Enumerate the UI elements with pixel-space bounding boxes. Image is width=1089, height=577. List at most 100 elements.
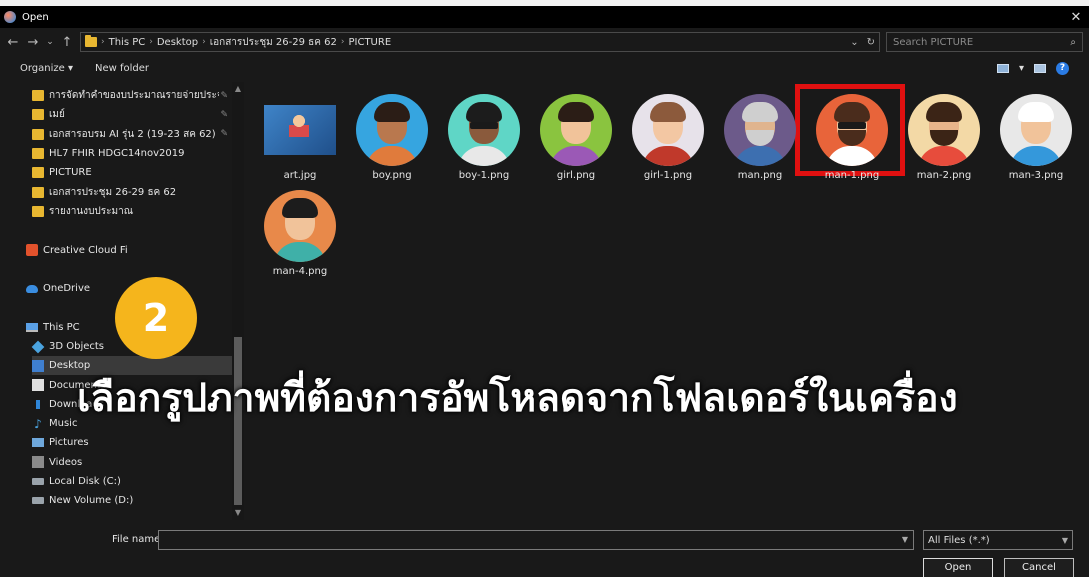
search-placeholder: Search PICTURE [893,36,974,48]
file-thumbnail [630,92,706,168]
nav-item[interactable]: เอกสารประชุม 26-29 ธค 62 [32,182,244,201]
file-name: girl-1.png [643,170,693,181]
avatar-icon [1000,94,1072,166]
up-arrow-icon[interactable]: ↑ [60,35,74,50]
breadcrumb-separator-icon[interactable]: › [202,37,206,47]
nav-item[interactable]: การจัดทำคำของบประมาณรายจ่ายประจำปี 2564✎ [32,86,244,105]
file-name: boy-1.png [458,170,510,181]
nav-item[interactable]: Local Disk (C:) [32,472,244,491]
nav-item-label: Music [49,418,78,430]
breadcrumb-separator-icon[interactable]: › [341,37,345,47]
nav-item[interactable]: เมย์ ✎ [32,105,244,124]
3d-objects-icon [31,340,45,353]
folder-icon [32,186,44,198]
downloads-icon [32,398,44,411]
app-icon [4,11,16,23]
folder-icon [32,167,44,179]
local-disk-icon [32,478,44,486]
search-input[interactable]: Search PICTURE ⌕ [886,32,1083,52]
view-menu-chevron-icon[interactable]: ▾ [1019,63,1024,74]
open-button[interactable]: Open [923,558,993,577]
file-item[interactable]: girl-1.png [624,88,712,184]
forward-arrow-icon[interactable]: → [26,35,40,50]
path-field[interactable]: › This PC › Desktop › เอกสารประชุม 26-29 ธค 6… [80,32,880,52]
folder-icon [32,205,44,217]
nav-item[interactable]: Pictures [32,433,244,452]
avatar-icon [724,94,796,166]
open-file-dialog: Open ✕ ← → ⌄ ↑ › This PC › Desktop › เอกสารปร… [0,6,1089,577]
new-folder-button[interactable]: New folder [95,63,149,74]
address-bar: ← → ⌄ ↑ › This PC › Desktop › เอกสารประชุม 26… [0,28,1089,56]
nav-item[interactable]: รายงานงบประมาณ [32,202,244,221]
file-item[interactable]: man-1.png [808,88,896,184]
nav-item[interactable]: PICTURE [32,163,244,182]
avatar-icon [632,94,704,166]
refresh-icon[interactable]: ↻ [867,37,875,48]
nav-item-label: 3D Objects [49,341,105,352]
file-item[interactable]: boy.png [348,88,436,184]
avatar-icon [908,94,980,166]
avatar-icon [356,94,428,166]
file-item[interactable]: man-4.png [256,184,344,280]
breadcrumb-separator-icon[interactable]: › [149,37,153,47]
file-name-dropdown-icon[interactable]: ▼ [898,531,912,549]
breadcrumb-item[interactable]: Desktop [157,37,198,48]
volume-icon [32,497,44,505]
nav-scrollbar[interactable]: ▲ ▼ [232,82,244,520]
file-item[interactable]: boy-1.png [440,88,528,184]
search-icon: ⌕ [1070,36,1076,48]
nav-item[interactable]: CD Drive (G:) [32,511,244,514]
file-thumbnail [354,92,430,168]
this-pc-icon [26,322,38,332]
step-badge: 2 [115,277,197,359]
toolbar: Organize ▾ New folder ▾ ? [0,56,1089,80]
nav-item-label: รายงานงบประมาณ [49,205,133,217]
pictures-icon [32,438,44,448]
path-dropdown-icon[interactable]: ⌄ [850,37,858,48]
nav-item-label: การจัดทำคำของบประมาณรายจ่ายประจำปี 2564 [49,90,219,102]
folder-icon [85,35,97,47]
file-name: man-3.png [1008,170,1064,181]
file-name: art.jpg [283,170,317,181]
scroll-up-icon[interactable]: ▲ [232,84,244,96]
folder-icon [32,90,44,102]
breadcrumb-item[interactable]: PICTURE [348,37,391,48]
breadcrumb-item[interactable]: This PC [109,37,146,48]
file-list[interactable]: art.jpg boy.png boy-1.png girl.png girl-1.pn… [244,82,1089,520]
creative-cloud-icon [26,244,38,257]
nav-item[interactable]: เอกสารอบรม AI รุ่น 2 (19-23 สค 62) ✎ [32,125,244,144]
nav-item-label: Pictures [49,437,89,449]
nav-item[interactable]: New Volume (D:) [32,491,244,510]
cancel-button[interactable]: Cancel [1004,558,1074,577]
file-item[interactable]: art.jpg [256,88,344,184]
help-icon[interactable]: ? [1056,61,1069,75]
file-thumbnail [906,92,982,168]
file-item[interactable]: girl.png [532,88,620,184]
change-view-icon[interactable] [996,63,1009,73]
title-bar: Open ✕ [0,6,1089,28]
file-thumbnail [262,92,338,168]
file-item[interactable]: man.png [716,88,804,184]
file-type-select[interactable]: All Files (*.*) ▼ [923,530,1073,550]
instruction-caption: เลือกรูปภาพที่ต้องการอัพโหลดจากโฟลเดอร์ใ… [77,376,958,421]
file-item[interactable]: man-2.png [900,88,988,184]
file-name: man-4.png [272,266,328,277]
nav-item[interactable]: HL7 FHIR HDGC14nov2019 [32,144,244,163]
organize-button[interactable]: Organize ▾ [20,63,73,74]
scroll-down-icon[interactable]: ▼ [232,508,244,520]
recent-locations-icon[interactable]: ⌄ [46,37,54,47]
nav-item[interactable]: Creative Cloud Fi [26,240,244,259]
file-name: man-2.png [916,170,972,181]
file-item[interactable]: man-3.png [992,88,1080,184]
breadcrumb-separator-icon[interactable]: › [101,37,105,47]
avatar-icon [448,94,520,166]
back-arrow-icon[interactable]: ← [6,35,20,50]
preview-pane-icon[interactable] [1034,63,1046,73]
avatar-icon [816,94,888,166]
chevron-down-icon: ▼ [1061,535,1068,545]
breadcrumb-item[interactable]: เอกสารประชุม 26-29 ธค 62 [210,35,337,50]
nav-item[interactable]: Videos [32,453,244,472]
close-icon[interactable]: ✕ [1063,10,1089,25]
file-name-input[interactable] [158,530,914,550]
nav-item-label: Videos [49,456,83,468]
